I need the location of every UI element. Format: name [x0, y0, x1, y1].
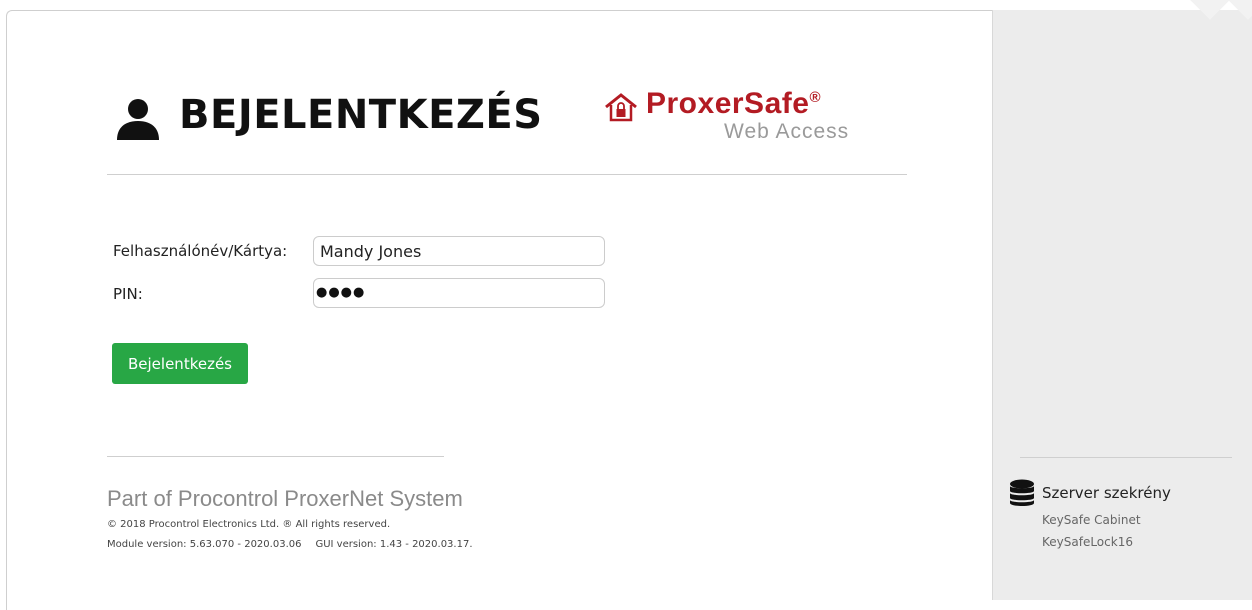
server-side-panel [992, 10, 1252, 600]
house-lock-icon [605, 93, 637, 122]
page-title: BEJELENTKEZÉS [179, 92, 543, 138]
brand-registered-mark: ® [809, 89, 821, 106]
side-divider [1020, 457, 1232, 458]
pin-input[interactable] [313, 278, 605, 308]
module-version: Module version: 5.63.070 - 2020.03.06 [107, 539, 302, 550]
proxersafe-logo: ProxerSafe® Web Access [604, 87, 904, 150]
footer-copyright: © 2018 Procontrol Electronics Ltd. ® All… [107, 519, 391, 530]
brand-name: ProxerSafe® [646, 87, 821, 121]
pin-label: PIN: [113, 285, 143, 303]
brand-subtitle: Web Access [724, 120, 850, 143]
server-title: Szerver szekrény [1042, 484, 1171, 502]
username-label: Felhasználónév/Kártya: [113, 242, 288, 260]
footer-versions: Module version: 5.63.070 - 2020.03.06 GUI… [107, 539, 473, 550]
user-icon [117, 99, 159, 140]
footer-title: Part of Procontrol ProxerNet System [107, 486, 463, 511]
login-header: BEJELENTKEZÉS ProxerSafe® Web Access [107, 87, 907, 175]
footer-divider [107, 456, 444, 457]
database-icon [1010, 479, 1034, 506]
gui-version: GUI version: 1.43 - 2020.03.17. [315, 539, 473, 550]
server-lock-name: KeySafeLock16 [1042, 535, 1133, 549]
username-input[interactable] [313, 236, 605, 266]
login-button[interactable]: Bejelentkezés [112, 343, 248, 384]
brand-name-text: ProxerSafe [646, 87, 810, 120]
corner-decoration [1182, 0, 1252, 22]
server-cabinet-name: KeySafe Cabinet [1042, 513, 1141, 527]
